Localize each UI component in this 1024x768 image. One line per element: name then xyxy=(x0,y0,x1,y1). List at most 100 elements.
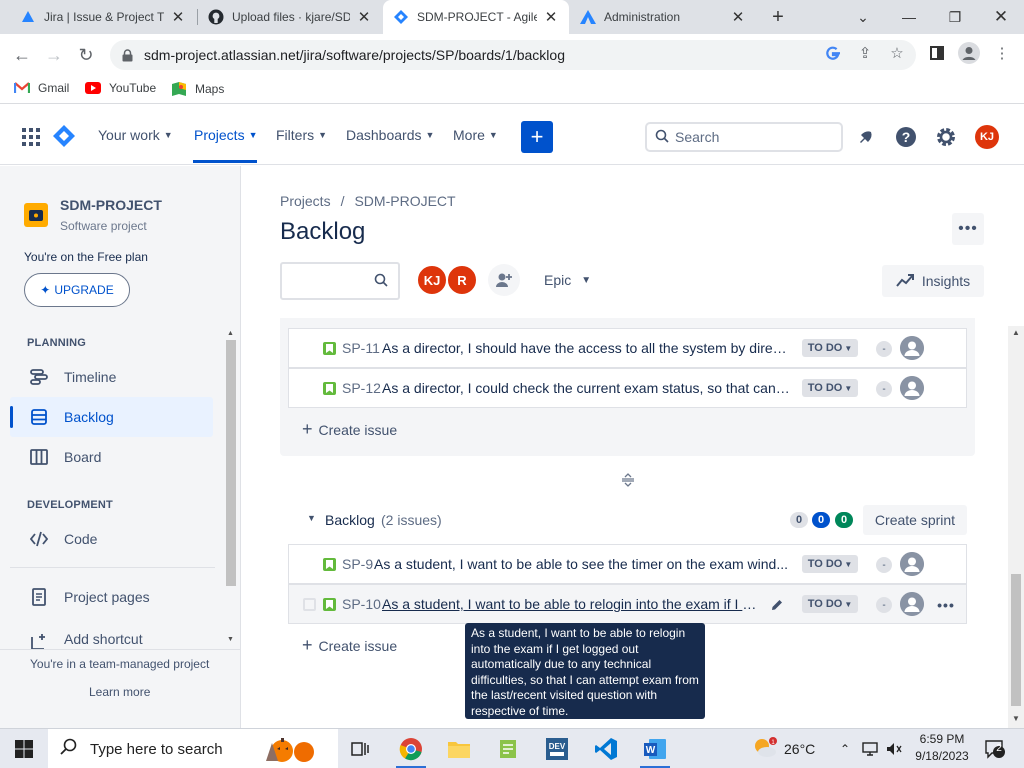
add-people-icon[interactable] xyxy=(488,264,520,296)
create-button[interactable]: + xyxy=(521,121,553,153)
sidebar-item-timeline[interactable]: Timeline xyxy=(10,357,213,397)
upgrade-button[interactable]: ✦ UPGRADE xyxy=(24,273,130,307)
google-icon[interactable] xyxy=(820,40,846,66)
sidebar-item-board[interactable]: Board xyxy=(10,437,213,477)
breadcrumb-projects[interactable]: Projects xyxy=(280,193,331,209)
close-icon[interactable]: ✕ xyxy=(170,8,186,26)
unassigned-avatar-icon[interactable] xyxy=(900,592,924,616)
side-panel-icon[interactable] xyxy=(924,40,950,66)
estimate-badge[interactable]: - xyxy=(876,381,892,397)
nav-more[interactable]: More ▼ xyxy=(453,127,498,143)
browser-tab-administration[interactable]: Administration ✕ xyxy=(570,0,756,34)
issue-key[interactable]: SP-10 xyxy=(342,596,381,612)
nav-filters[interactable]: Filters ▼ xyxy=(276,127,327,143)
show-hidden-icons[interactable]: ⌃ xyxy=(840,729,850,768)
issue-row-sp-9[interactable]: SP-9 As a student, I want to be able to … xyxy=(288,544,967,584)
status-dropdown[interactable]: TO DO ▼ xyxy=(802,595,858,613)
project-avatar-icon[interactable] xyxy=(24,203,48,227)
main-scrollbar[interactable]: ▲ ▼ xyxy=(1008,326,1024,728)
browser-menu-icon[interactable]: ⋮ xyxy=(989,40,1015,66)
notification-center-icon[interactable]: 2 xyxy=(984,729,1006,768)
window-close-icon[interactable]: ✕ xyxy=(989,5,1013,29)
new-tab-button[interactable]: + xyxy=(766,5,790,29)
notepad-icon[interactable] xyxy=(494,735,522,763)
nav-your-work[interactable]: Your work ▼ xyxy=(98,127,173,143)
status-dropdown[interactable]: TO DO ▼ xyxy=(802,379,858,397)
scroll-down-icon[interactable]: ▼ xyxy=(227,636,234,643)
windows-start-icon[interactable] xyxy=(10,735,38,763)
nav-dashboards[interactable]: Dashboards ▼ xyxy=(346,127,434,143)
backlog-create-issue-button[interactable]: + Create issue xyxy=(302,635,397,656)
url-text[interactable]: sdm-project.atlassian.net/jira/software/… xyxy=(144,47,565,63)
issue-summary[interactable]: As a director, I should have the access … xyxy=(382,340,790,356)
sidebar-item-project-pages[interactable]: Project pages xyxy=(10,577,213,617)
issue-summary[interactable]: As a student, I want to be able to relog… xyxy=(382,596,757,612)
estimate-badge[interactable]: - xyxy=(876,557,892,573)
scroll-down-icon[interactable]: ▼ xyxy=(1012,714,1020,723)
unassigned-avatar-icon[interactable] xyxy=(900,552,924,576)
backlog-title[interactable]: Backlog xyxy=(325,512,375,528)
word-icon[interactable]: W xyxy=(641,735,669,763)
project-name[interactable]: SDM-PROJECT xyxy=(60,197,162,213)
create-sprint-button[interactable]: Create sprint xyxy=(863,505,967,535)
forward-icon[interactable]: → xyxy=(42,43,66,67)
system-clock[interactable]: 6:59 PM 9/18/2023 xyxy=(912,731,972,765)
edit-pencil-icon[interactable] xyxy=(769,597,785,613)
close-icon[interactable]: ✕ xyxy=(356,8,372,26)
weather-widget[interactable]: 1 26°C xyxy=(752,729,815,768)
user-avatar[interactable]: KJ xyxy=(975,125,999,149)
issue-summary[interactable]: As a director, I could check the current… xyxy=(382,380,790,396)
volume-icon[interactable] xyxy=(886,729,902,768)
share-icon[interactable]: ⇪ xyxy=(852,40,878,66)
sidebar-scrollbar-thumb[interactable] xyxy=(226,340,236,586)
browser-tab-jira[interactable]: Jira | Issue & Project Tr ✕ xyxy=(10,0,196,34)
issue-more-actions-icon[interactable]: ••• xyxy=(930,589,962,621)
resize-handle-icon[interactable] xyxy=(620,472,636,488)
avatar-filter-r[interactable]: R xyxy=(446,264,478,296)
status-dropdown[interactable]: TO DO ▼ xyxy=(802,555,858,573)
bookmark-star-icon[interactable]: ☆ xyxy=(884,40,910,66)
address-bar[interactable]: sdm-project.atlassian.net/jira/software/… xyxy=(110,40,916,70)
notifications-icon[interactable] xyxy=(854,125,878,149)
main-scrollbar-thumb[interactable] xyxy=(1011,574,1021,706)
estimate-badge[interactable]: - xyxy=(876,341,892,357)
chrome-taskbar-icon[interactable] xyxy=(397,735,425,763)
settings-gear-icon[interactable] xyxy=(934,125,958,149)
back-icon[interactable]: ← xyxy=(10,43,34,67)
jira-logo-icon[interactable] xyxy=(53,125,75,150)
breadcrumb-project[interactable]: SDM-PROJECT xyxy=(354,193,455,209)
learn-more-link[interactable]: Learn more xyxy=(89,685,150,699)
unassigned-avatar-icon[interactable] xyxy=(900,376,924,400)
sidebar-item-backlog[interactable]: Backlog xyxy=(10,397,213,437)
app-switcher-icon[interactable] xyxy=(22,128,40,146)
status-dropdown[interactable]: TO DO ▼ xyxy=(802,339,858,357)
sprint-create-issue-button[interactable]: + Create issue xyxy=(302,419,397,440)
restore-icon[interactable]: ❐ xyxy=(943,5,967,29)
dev-app-icon[interactable]: DEV xyxy=(543,735,571,763)
issue-select-checkbox[interactable] xyxy=(303,598,316,611)
browser-tab-sdm-project[interactable]: SDM-PROJECT - Agile ✕ xyxy=(383,0,569,34)
bookmark-gmail[interactable]: Gmail xyxy=(14,81,69,95)
issue-row-sp-10[interactable]: SP-10 As a student, I want to be able to… xyxy=(288,584,967,624)
profile-icon[interactable] xyxy=(956,40,982,66)
task-view-icon[interactable] xyxy=(346,735,374,763)
nav-projects[interactable]: Projects ▼ xyxy=(194,127,258,143)
bookmark-maps[interactable]: Maps xyxy=(171,81,224,97)
search-field[interactable] xyxy=(645,122,843,152)
vscode-icon[interactable] xyxy=(592,735,620,763)
close-icon[interactable]: ✕ xyxy=(543,8,559,26)
scroll-up-icon[interactable]: ▲ xyxy=(1012,328,1020,337)
sidebar-item-code[interactable]: Code xyxy=(10,519,213,559)
insights-button[interactable]: Insights xyxy=(882,265,984,297)
bookmark-youtube[interactable]: YouTube xyxy=(85,81,156,95)
minimize-icon[interactable]: — xyxy=(897,5,921,29)
reload-icon[interactable]: ↻ xyxy=(74,43,98,67)
issue-key[interactable]: SP-11 xyxy=(342,340,380,356)
lock-icon[interactable] xyxy=(120,48,134,62)
issue-row-sp-11[interactable]: SP-11 As a director, I should have the a… xyxy=(288,328,967,368)
sidebar-scrollbar[interactable]: ▲ ▼ xyxy=(224,330,238,648)
avatar-filter-kj[interactable]: KJ xyxy=(416,264,448,296)
estimate-badge[interactable]: - xyxy=(876,597,892,613)
backlog-search-input[interactable] xyxy=(280,262,400,300)
more-actions-button[interactable]: ••• xyxy=(952,213,984,245)
